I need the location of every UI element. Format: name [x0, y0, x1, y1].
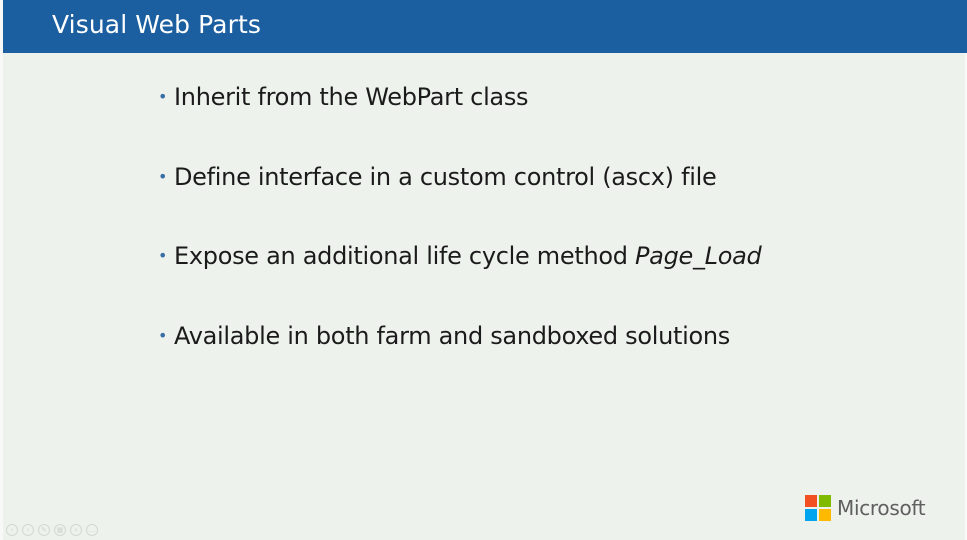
bullet-marker: •	[158, 166, 168, 186]
zoom-icon[interactable]: ⌕	[70, 524, 82, 536]
title-bar: Visual Web Parts	[3, 0, 967, 53]
bullet-text: Available in both farm and sandboxed sol…	[174, 321, 730, 351]
more-icon[interactable]: …	[86, 524, 98, 536]
slides-icon[interactable]: ▦	[54, 524, 66, 536]
bullet-text-content: Available in both farm and sandboxed sol…	[174, 321, 731, 350]
slide: Visual Web Parts • Inherit from the WebP…	[0, 0, 967, 540]
bullet-text-content: Inherit from the WebPart class	[174, 83, 529, 111]
bullet-text: Inherit from the WebPart class	[174, 82, 529, 112]
bullet-text-content: Expose an additional life cycle method	[174, 242, 635, 270]
logo-text: Microsoft	[837, 496, 926, 520]
bullet-emphasis: Page_Load	[635, 242, 762, 270]
bullet-text: Expose an additional life cycle method P…	[174, 241, 762, 271]
slide-left-edge	[0, 0, 3, 540]
slideshow-controls: ‹ › ✎ ▦ ⌕ …	[6, 524, 98, 538]
slide-title: Visual Web Parts	[52, 10, 262, 39]
logo-square-blue	[805, 509, 817, 521]
bullet-text-content: Define interface in a custom control (as…	[174, 162, 717, 191]
windows-logo-icon	[805, 495, 831, 521]
next-icon[interactable]: ›	[22, 524, 34, 536]
bullet-marker: •	[158, 325, 168, 345]
logo-square-green	[819, 495, 831, 507]
bullet-marker: •	[158, 87, 168, 106]
previous-icon[interactable]: ‹	[6, 524, 18, 536]
pen-icon[interactable]: ✎	[38, 524, 50, 536]
bullet-text: Define interface in a custom control (as…	[174, 162, 717, 192]
logo-square-red	[805, 495, 817, 507]
bullet-marker: •	[158, 246, 168, 265]
logo-square-yellow	[819, 509, 831, 521]
